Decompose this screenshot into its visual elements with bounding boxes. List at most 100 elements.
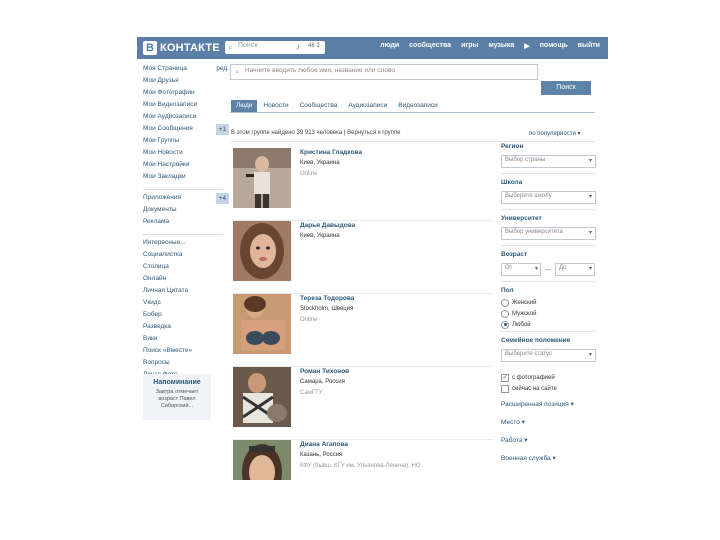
tab-people[interactable]: Люди bbox=[231, 100, 258, 112]
top-search-input[interactable]: ⌕ Поиск ♪ 48 1 bbox=[225, 41, 325, 54]
sidebar-item-мои-настройки[interactable]: Мои Настройки bbox=[143, 161, 223, 173]
person-card[interactable]: Диана Агапова Казань, Россия КФУ (бывш. КГ… bbox=[233, 440, 493, 480]
sidebar-item-мои-закладки[interactable]: Мои Закладки bbox=[143, 173, 223, 185]
reminder-title: Напоминание bbox=[153, 379, 201, 386]
expand-place[interactable]: Место ▾ bbox=[501, 418, 596, 430]
search-button[interactable]: Поиск bbox=[541, 81, 591, 95]
age-from-value: От bbox=[505, 265, 513, 271]
sidebar-item-мои-аудиозаписи[interactable]: Мои Аудиозаписи bbox=[143, 113, 223, 125]
person-name[interactable]: Роман Тихонов bbox=[300, 368, 349, 375]
avatar[interactable] bbox=[233, 367, 291, 427]
with-photo-checkbox[interactable]: ✓ с фотографией bbox=[501, 372, 596, 383]
sidebar-item-мои-новости[interactable]: Мои Новости bbox=[143, 149, 223, 161]
person-status: Online bbox=[300, 317, 318, 323]
main-search-input[interactable]: ⌕ Начните вводить любое имя, название ил… bbox=[230, 64, 538, 80]
sidebar-item-разведка[interactable]: Разведка bbox=[143, 323, 223, 335]
nav-logout[interactable]: выйти bbox=[578, 42, 600, 50]
radio-icon bbox=[501, 309, 509, 318]
person-name[interactable]: Тереза Тодорова bbox=[300, 295, 354, 302]
age-to-select[interactable]: До ▾ bbox=[555, 263, 595, 276]
expand-work[interactable]: Работа ▾ bbox=[501, 436, 596, 448]
school-select[interactable]: Выберите школу ▾ bbox=[501, 191, 596, 204]
sidebar-badge: +4 bbox=[215, 193, 229, 204]
avatar[interactable] bbox=[233, 148, 291, 208]
vk-logo[interactable]: B КОНТАКТЕ bbox=[143, 41, 220, 55]
sidebar-item-столица[interactable]: Столица bbox=[143, 263, 223, 275]
sidebar-item-личная-цитата[interactable]: Личная Цитата bbox=[143, 287, 223, 299]
person-status: Online bbox=[300, 171, 318, 177]
sidebar-item-мои-видеозаписи[interactable]: Мои Видеозаписи bbox=[143, 101, 223, 113]
tab-communities[interactable]: Сообщества bbox=[295, 100, 343, 112]
university-select[interactable]: Выбор университета ▾ bbox=[501, 227, 596, 240]
reminder-box[interactable]: Напоминание Завтра отмечает возраст Паве… bbox=[143, 374, 211, 420]
nav-people[interactable]: люди bbox=[380, 42, 399, 50]
expand-position[interactable]: Расширенная позиция ▾ bbox=[501, 400, 596, 412]
person-card[interactable]: Тереза Тодорова Stockholm, Швеция Online bbox=[233, 294, 493, 367]
person-name[interactable]: Кристина Гладкова bbox=[300, 149, 362, 156]
sidebar-item-label: Приложения bbox=[143, 194, 182, 201]
sidebar-item-label: Мои Друзья bbox=[143, 77, 179, 84]
sidebar-item-label: Моя Страница bbox=[143, 65, 187, 72]
sidebar-item-мои-сообщения[interactable]: Мои Сообщения +1 bbox=[143, 124, 229, 137]
sidebar-item-моя-страница[interactable]: Моя Страница ред. bbox=[143, 65, 229, 77]
sidebar-badge: +1 bbox=[215, 124, 229, 135]
nav-games[interactable]: игры bbox=[461, 42, 478, 50]
person-name[interactable]: Дарья Давыдова bbox=[300, 222, 355, 229]
person-card[interactable]: Дарья Давыдова Киев, Украина bbox=[233, 221, 493, 294]
with-photo-label: с фотографией bbox=[512, 374, 555, 381]
nav-music[interactable]: музыка bbox=[489, 42, 515, 50]
avatar[interactable] bbox=[233, 221, 291, 281]
tab-news[interactable]: Новости bbox=[258, 100, 293, 112]
sidebar-item-интересные[interactable]: Интересные... bbox=[143, 239, 223, 251]
sidebar-item-label: Бобер bbox=[143, 311, 162, 318]
sidebar-item-vкидс[interactable]: Vкидс bbox=[143, 299, 223, 311]
sidebar-item-вопросы[interactable]: Вопросы bbox=[143, 359, 223, 371]
chevron-down-icon: ▾ bbox=[588, 158, 592, 164]
results-divider bbox=[230, 141, 595, 142]
nav-communities[interactable]: сообщества bbox=[409, 42, 451, 50]
avatar[interactable] bbox=[233, 440, 291, 480]
sidebar-item-мои-группы[interactable]: Мои Группы bbox=[143, 137, 223, 149]
sidebar-item-социалистка[interactable]: Социалистка bbox=[143, 251, 223, 263]
sex-female-radio[interactable]: Женский bbox=[501, 297, 596, 308]
sidebar-item-поиск-вместе[interactable]: Поиск «Вместе» bbox=[143, 347, 223, 359]
sidebar-item-label: Документы bbox=[143, 206, 177, 213]
checkmark-icon: ✓ bbox=[501, 373, 509, 382]
person-card[interactable]: Роман Тихонов Самара, Россия СамГТУ bbox=[233, 367, 493, 440]
vk-window: B КОНТАКТЕ ⌕ Поиск ♪ 48 1 люди сообществ… bbox=[137, 37, 608, 480]
sidebar-item-label: Vкидс bbox=[143, 299, 161, 306]
age-dash: — bbox=[545, 266, 551, 273]
person-name[interactable]: Диана Агапова bbox=[300, 441, 348, 448]
filters-panel: Регион Выбор страны ▾ Школа Выберите школ… bbox=[501, 143, 596, 466]
sex-any-radio[interactable]: Любой bbox=[501, 319, 596, 330]
person-location: Самара, Россия bbox=[300, 379, 345, 385]
sidebar-item-онлайн[interactable]: Онлайн bbox=[143, 275, 223, 287]
microphone-icon[interactable]: ♪ bbox=[296, 42, 300, 51]
sort-dropdown[interactable]: по популярности ▾ bbox=[529, 130, 580, 137]
marital-select[interactable]: Выберите статус ▾ bbox=[501, 349, 596, 362]
expand-military[interactable]: Военная служба ▾ bbox=[501, 454, 596, 466]
sex-male-radio[interactable]: Мужской bbox=[501, 308, 596, 319]
sidebar-item-реклама[interactable]: Реклама bbox=[143, 218, 223, 230]
sidebar-item-приложения[interactable]: Приложения +4 bbox=[143, 193, 229, 206]
region-select[interactable]: Выбор страны ▾ bbox=[501, 155, 596, 168]
university-value: Выбор университета bbox=[505, 229, 563, 235]
sex-any-label: Любой bbox=[512, 321, 531, 328]
filter-divider bbox=[501, 209, 596, 210]
sidebar-item-мои-друзья[interactable]: Мои Друзья bbox=[143, 77, 223, 89]
school-value: Выберите школу bbox=[505, 193, 552, 199]
tab-audio[interactable]: Аудиозаписи bbox=[343, 100, 392, 112]
person-card[interactable]: Кристина Гладкова Киев, Украина Online bbox=[233, 148, 493, 221]
sidebar-item-мои-фотографии[interactable]: Мои Фотографии bbox=[143, 89, 223, 101]
sidebar-item-label: Мои Сообщения bbox=[143, 125, 193, 132]
sidebar-item-документы[interactable]: Документы bbox=[143, 206, 223, 218]
age-from-select[interactable]: От ▾ bbox=[501, 263, 541, 276]
tab-video[interactable]: Видеозаписи bbox=[393, 100, 443, 112]
play-icon[interactable]: ▶ bbox=[524, 42, 529, 50]
person-location: Казань, Россия bbox=[300, 452, 343, 458]
sidebar-item-вики[interactable]: Вики bbox=[143, 335, 223, 347]
online-checkbox[interactable]: сейчас на сайте bbox=[501, 383, 596, 394]
sidebar-item-бобер[interactable]: Бобер bbox=[143, 311, 223, 323]
nav-help[interactable]: помощь bbox=[540, 42, 568, 50]
avatar[interactable] bbox=[233, 294, 291, 354]
